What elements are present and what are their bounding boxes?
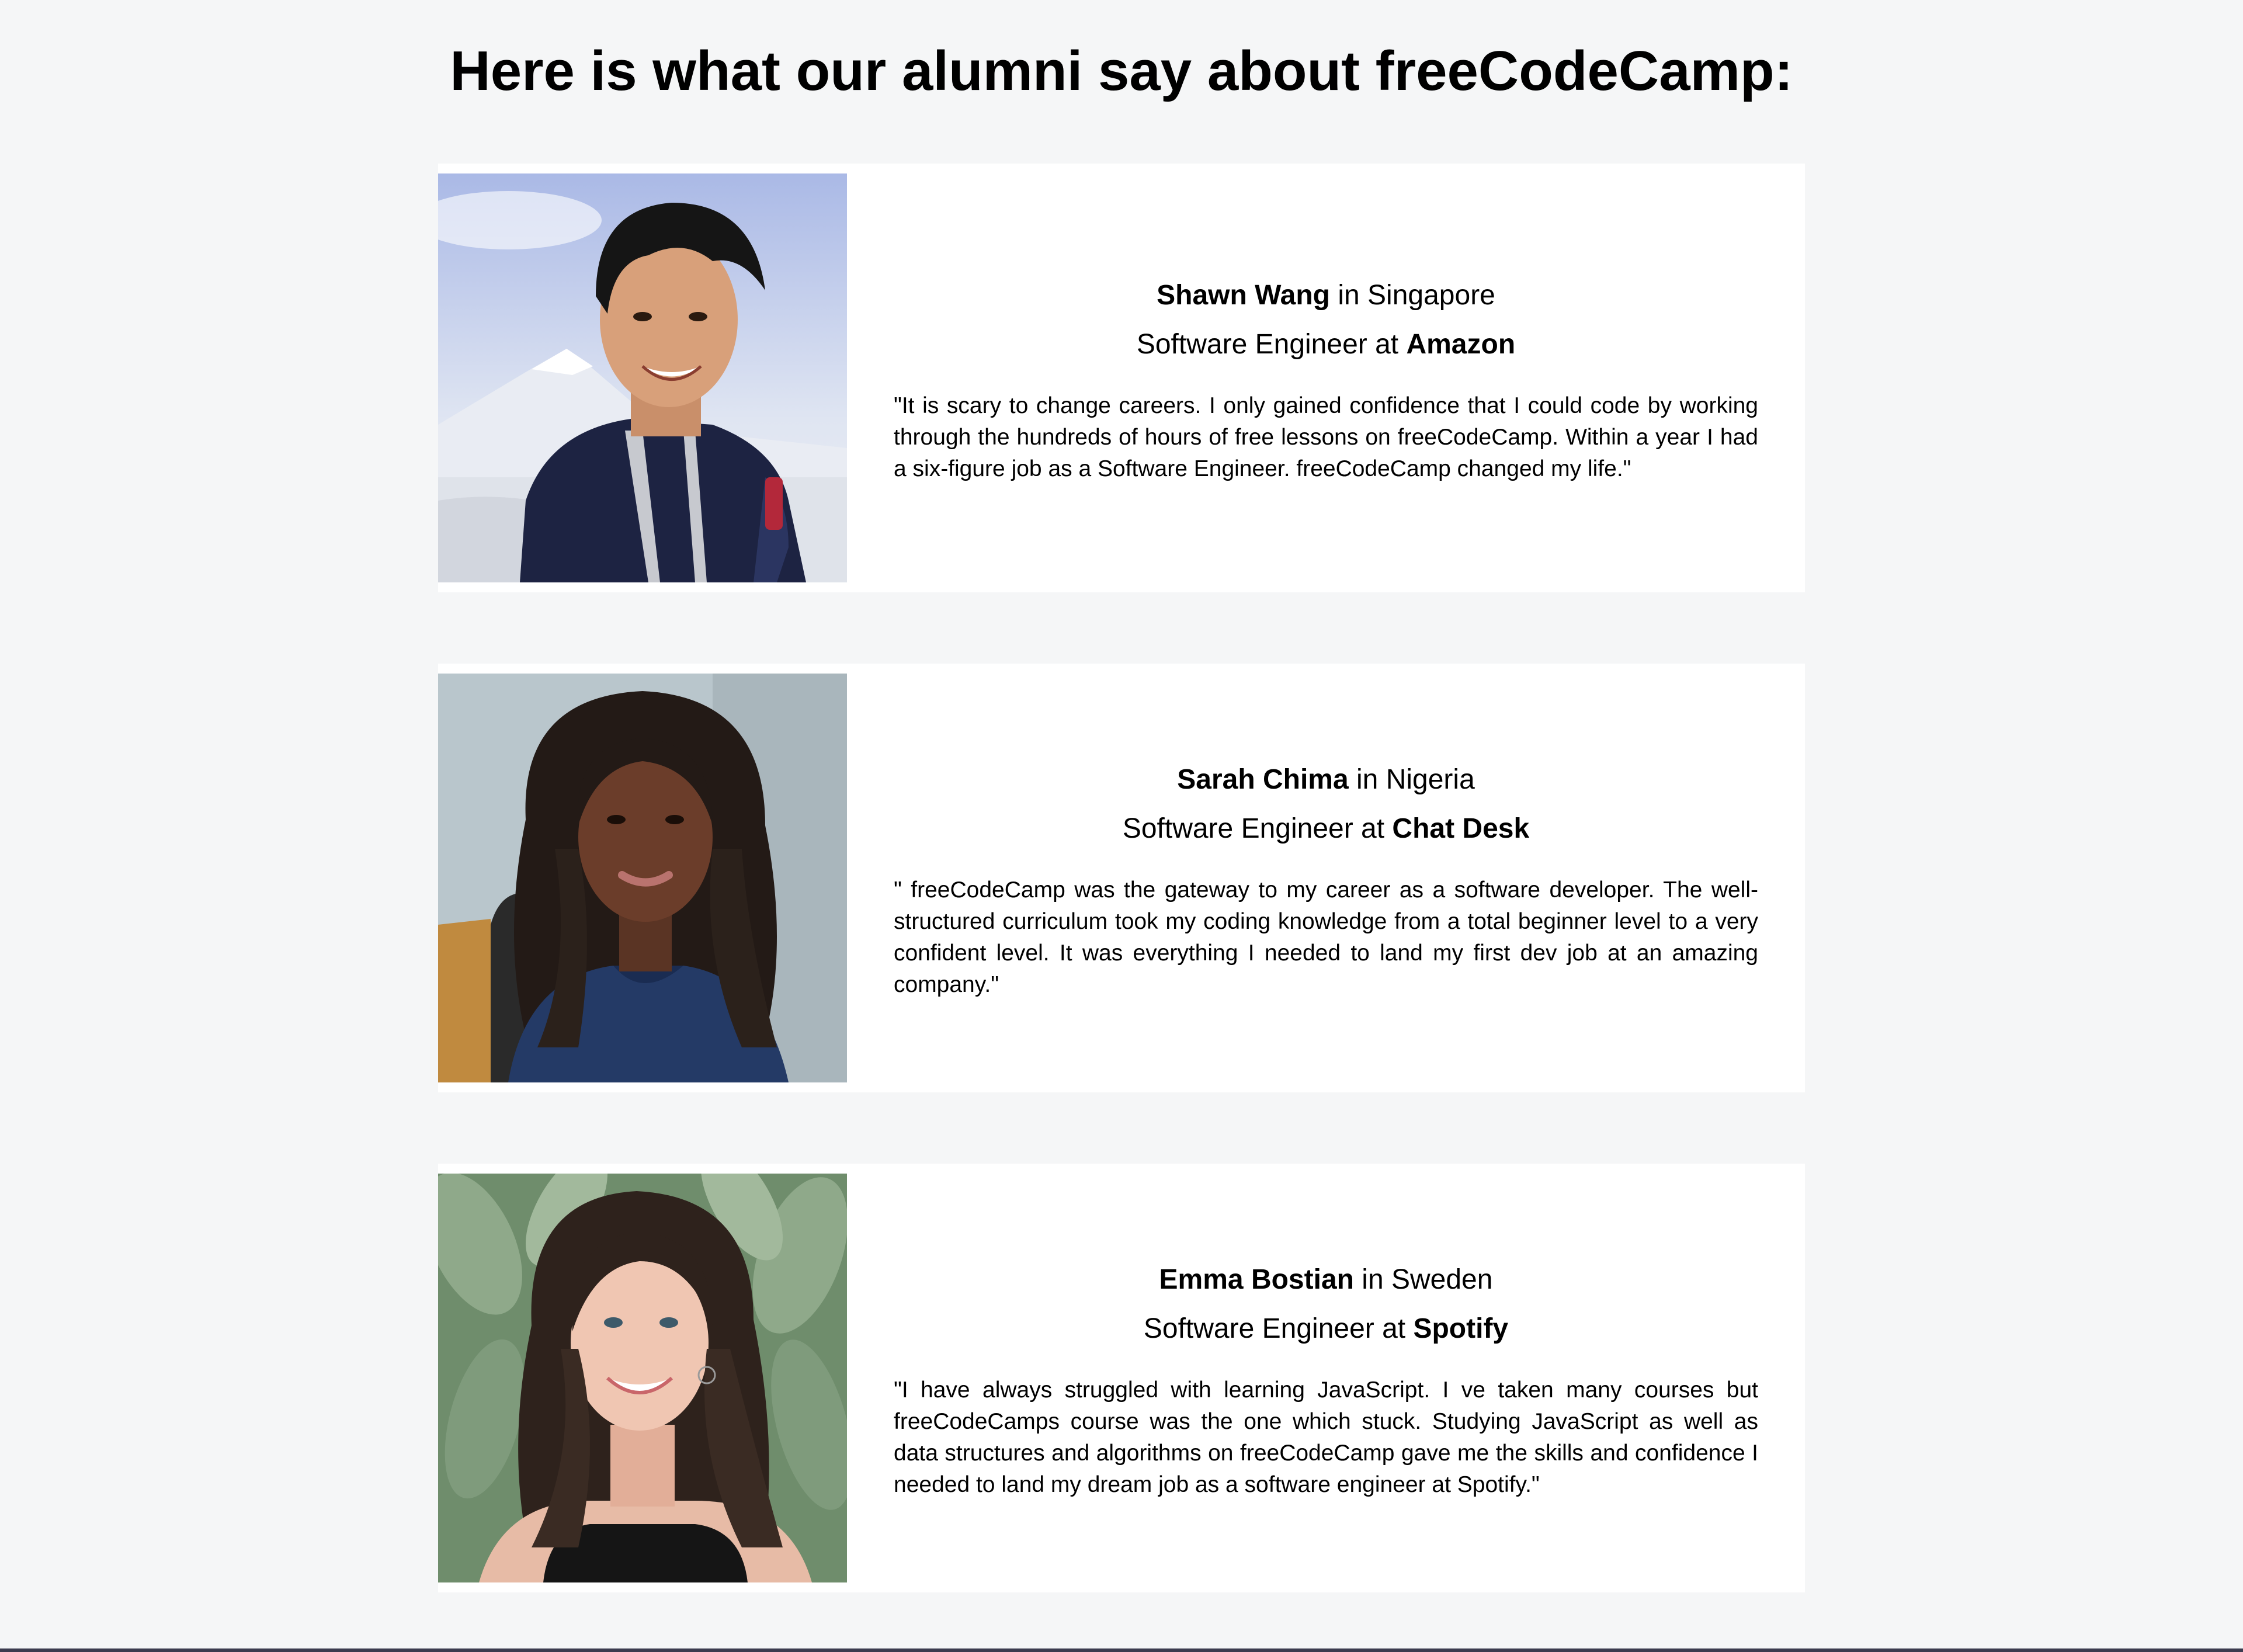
testimonial-role-line: Software Engineer at Chat Desk [894,804,1758,853]
page-title: Here is what our alumni say about freeCo… [450,40,1793,102]
testimonial-quote: "I have always struggled with learning J… [894,1377,1758,1497]
testimonial-name-line: Emma Bostian in Sweden [894,1255,1758,1304]
location-prefix: in [1348,764,1386,795]
alumni-company: Amazon [1406,329,1516,360]
alumni-location: Singapore [1367,280,1495,311]
testimonial-body: Emma Bostian in Sweden Software Engineer… [894,1164,1758,1592]
page-bottom-border [0,1648,2243,1652]
testimonial-body: Shawn Wang in Singapore Software Enginee… [894,164,1758,592]
testimonial-name-line: Shawn Wang in Singapore [894,271,1758,320]
role-prefix: Software Engineer at [1136,329,1407,360]
location-prefix: in [1330,280,1368,311]
alumni-name: Emma Bostian [1159,1264,1354,1295]
alumni-company: Spotify [1413,1313,1509,1344]
avatar [438,1174,847,1582]
alumni-location: Nigeria [1386,764,1475,795]
portrait-photo-emma [438,1174,847,1582]
testimonial-name-line: Sarah Chima in Nigeria [894,755,1758,804]
testimonial-body: Sarah Chima in Nigeria Software Engineer… [894,664,1758,1092]
avatar [438,173,847,582]
testimonial-card: Emma Bostian in Sweden Software Engineer… [438,1164,1805,1592]
testimonial-card: Shawn Wang in Singapore Software Enginee… [438,164,1805,592]
testimonial-card: Sarah Chima in Nigeria Software Engineer… [438,664,1805,1092]
testimonial-quote: "It is scary to change careers. I only g… [894,393,1758,481]
alumni-company: Chat Desk [1392,813,1530,844]
testimonial-quote: " freeCodeCamp was the gateway to my car… [894,877,1758,997]
portrait-photo-sarah [438,674,847,1082]
portrait-photo-shawn [438,173,847,582]
testimonial-role-line: Software Engineer at Amazon [894,320,1758,369]
role-prefix: Software Engineer at [1122,813,1393,844]
alumni-name: Shawn Wang [1157,280,1330,311]
avatar [438,674,847,1082]
alumni-location: Sweden [1391,1264,1493,1295]
role-prefix: Software Engineer at [1143,1313,1414,1344]
testimonial-role-line: Software Engineer at Spotify [894,1304,1758,1353]
alumni-name: Sarah Chima [1177,764,1349,795]
location-prefix: in [1353,1264,1391,1295]
